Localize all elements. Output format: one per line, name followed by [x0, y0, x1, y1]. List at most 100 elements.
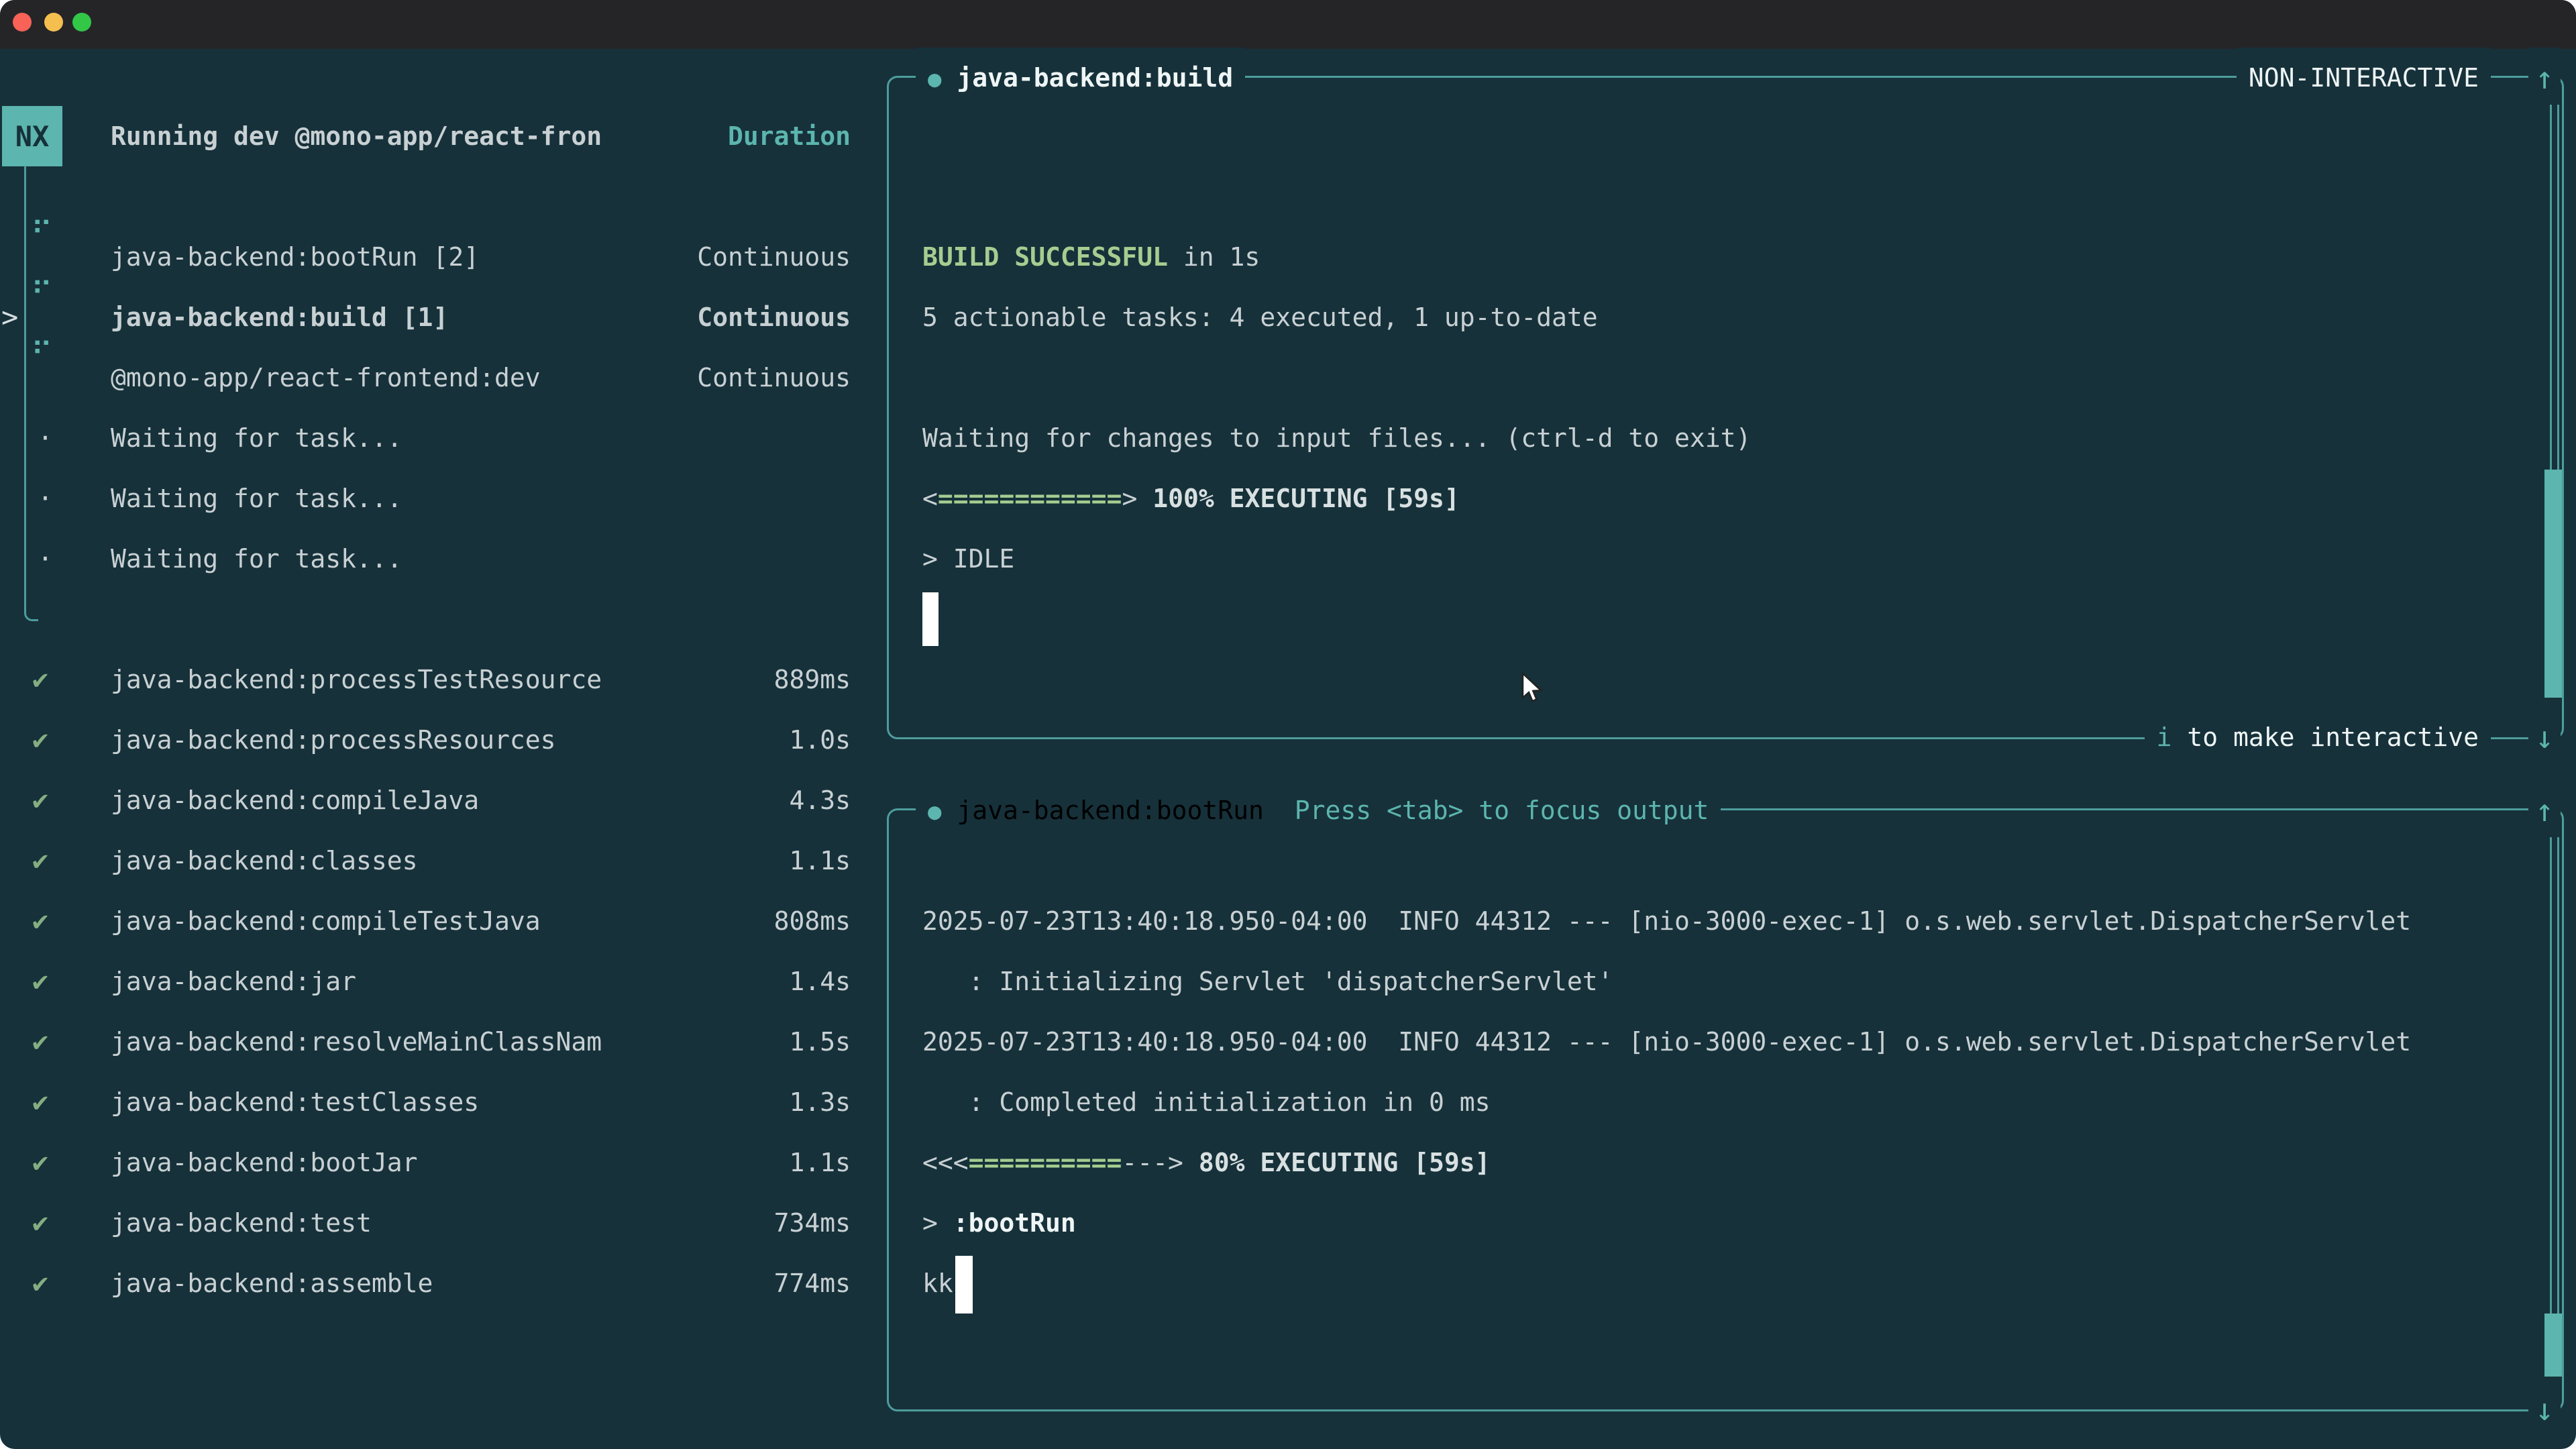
task-duration: 1.5s	[604, 1012, 851, 1072]
log-line: 2025-07-23T13:40:18.950-04:00 INFO 44312…	[922, 1012, 2411, 1072]
interactive-hint-text: to make interactive	[2187, 722, 2479, 752]
check-icon: ✔	[32, 1132, 48, 1193]
terminal-cursor	[922, 592, 938, 646]
focus-output-hint: Press <tab> to focus output	[1295, 796, 1709, 825]
task-duration: 808ms	[604, 891, 851, 951]
task-row[interactable]: java-backend:test	[111, 1193, 372, 1253]
minimize-button-icon[interactable]	[44, 13, 63, 32]
task-duration: Continuous	[604, 287, 851, 347]
check-icon: ✔	[32, 951, 48, 1012]
scroll-down-icon[interactable]: ↓	[2528, 707, 2561, 767]
scrollbar-thumb[interactable]	[2544, 1313, 2562, 1377]
task-row: Waiting for task...	[111, 529, 402, 589]
gradle-prompt-line: > :bootRun	[922, 1193, 1076, 1253]
task-duration: Continuous	[604, 347, 851, 408]
close-button-icon[interactable]	[13, 13, 32, 32]
log-line: 2025-07-23T13:40:18.950-04:00 INFO 44312…	[922, 891, 2411, 951]
build-pane-title: java-backend:build	[957, 63, 1233, 93]
screen: NX Running dev @mono-app/react-fron Dura…	[0, 0, 2576, 1449]
scroll-up-icon[interactable]: ↑	[2528, 780, 2561, 841]
task-status-dot-icon: ●	[928, 66, 941, 93]
bootrun-pane-title: java-backend:bootRun	[957, 796, 1264, 825]
nx-logo: NX	[2, 106, 62, 166]
waiting-dot-icon: ·	[38, 529, 53, 589]
waiting-dot-icon: ·	[38, 408, 53, 468]
progress-tail: --->	[1122, 1148, 1183, 1177]
scroll-down-icon[interactable]: ↓	[2528, 1379, 2561, 1440]
task-row[interactable]: java-backend:assemble	[111, 1253, 433, 1313]
check-icon: ✔	[32, 1253, 48, 1313]
scrollbar-thumb[interactable]	[2544, 470, 2562, 698]
task-list-title: Running dev @mono-app/react-fron	[111, 106, 602, 166]
task-row[interactable]: java-backend:processTestResource	[111, 649, 602, 710]
tasks-summary-line: 5 actionable tasks: 4 executed, 1 up-to-…	[922, 287, 1598, 347]
scrollbar-track[interactable]	[2550, 837, 2559, 1374]
task-status-dot-icon: ●	[928, 798, 941, 825]
maximize-button-icon[interactable]	[72, 13, 91, 32]
check-icon: ✔	[32, 830, 48, 891]
build-time-text: in 1s	[1168, 242, 1260, 272]
non-interactive-badge: NON-INTERACTIVE	[2237, 48, 2491, 108]
log-line: : Completed initialization in 0 ms	[922, 1072, 1490, 1132]
check-icon: ✔	[32, 1193, 48, 1253]
task-row[interactable]: java-backend:jar	[111, 951, 356, 1012]
bootrun-output-pane: ● java-backend:bootRun Press <tab> to fo…	[887, 808, 2564, 1411]
duration-column-header: Duration	[604, 106, 851, 166]
task-row[interactable]: java-backend:testClasses	[111, 1072, 479, 1132]
interactive-hint: i to make interactive	[2145, 707, 2491, 767]
progress-bracket: >	[1122, 484, 1137, 513]
build-progress-line: <============> 100% EXECUTING [59s]	[922, 468, 1460, 529]
keyboard-hints: quit: q help: ?	[402, 1374, 847, 1434]
task-duration: 1.1s	[604, 1132, 851, 1193]
user-input-line[interactable]: kk	[922, 1253, 953, 1313]
progress-fill: ============	[938, 484, 1122, 513]
task-row: Waiting for task...	[111, 408, 402, 468]
task-duration: 1.4s	[604, 951, 851, 1012]
check-icon: ✔	[32, 1012, 48, 1072]
spinner-icon: ⠋	[31, 264, 52, 324]
task-duration: 774ms	[604, 1253, 851, 1313]
task-duration: 1.3s	[604, 1072, 851, 1132]
terminal-cursor	[955, 1256, 973, 1313]
progress-bracket: <<<	[922, 1148, 969, 1177]
task-duration: 1.1s	[604, 830, 851, 891]
log-line: : Initializing Servlet 'dispatcherServle…	[922, 951, 1613, 1012]
check-icon: ✔	[32, 710, 48, 770]
mouse-pointer-icon	[1520, 672, 1550, 707]
task-duration: 734ms	[604, 1193, 851, 1253]
waiting-changes-line: Waiting for changes to input files... (c…	[922, 408, 1751, 468]
task-duration: Continuous	[604, 227, 851, 287]
check-icon: ✔	[32, 891, 48, 951]
pager: ← 1/2 →	[25, 1374, 194, 1434]
progress-fill: ==========	[969, 1148, 1122, 1177]
task-row[interactable]: java-backend:processResources	[111, 710, 555, 770]
prompt-task: :bootRun	[953, 1208, 1076, 1238]
waiting-dot-icon: ·	[38, 468, 53, 529]
bootrun-progress-line: <<<==========---> 80% EXECUTING [59s]	[922, 1132, 1491, 1193]
build-result-line: BUILD SUCCESSFUL in 1s	[922, 227, 1260, 287]
build-pane-header[interactable]: ● java-backend:build	[916, 48, 1245, 108]
idle-line: > IDLE	[922, 529, 1014, 589]
check-icon: ✔	[32, 770, 48, 830]
task-row-selected[interactable]: java-backend:build [1]	[111, 287, 448, 347]
progress-bracket: <	[922, 484, 938, 513]
task-duration: 889ms	[604, 649, 851, 710]
task-row: Waiting for task...	[111, 468, 402, 529]
scroll-up-icon[interactable]: ↑	[2528, 48, 2561, 108]
spinner-icon: ⠋	[31, 324, 52, 384]
build-output-pane: ● java-backend:build NON-INTERACTIVE ↑ B…	[887, 76, 2564, 739]
task-row[interactable]: java-backend:bootRun [2]	[111, 227, 479, 287]
task-row[interactable]: java-backend:resolveMainClassNam	[111, 1012, 602, 1072]
selected-task-arrow-icon: >	[1, 287, 18, 347]
task-row[interactable]: @mono-app/react-frontend:dev	[111, 347, 541, 408]
spinner-icon: ⠋	[31, 203, 52, 264]
task-row[interactable]: java-backend:compileTestJava	[111, 891, 541, 951]
build-successful-text: BUILD SUCCESSFUL	[922, 242, 1168, 272]
task-row[interactable]: java-backend:classes	[111, 830, 418, 891]
task-row[interactable]: java-backend:compileJava	[111, 770, 479, 830]
task-row[interactable]: java-backend:bootJar	[111, 1132, 418, 1193]
bootrun-pane-header[interactable]: ● java-backend:bootRun Press <tab> to fo…	[916, 780, 1721, 841]
progress-label: 100% EXECUTING [59s]	[1137, 484, 1459, 513]
prompt-char: >	[922, 1208, 953, 1238]
progress-label: 80% EXECUTING [59s]	[1183, 1148, 1491, 1177]
